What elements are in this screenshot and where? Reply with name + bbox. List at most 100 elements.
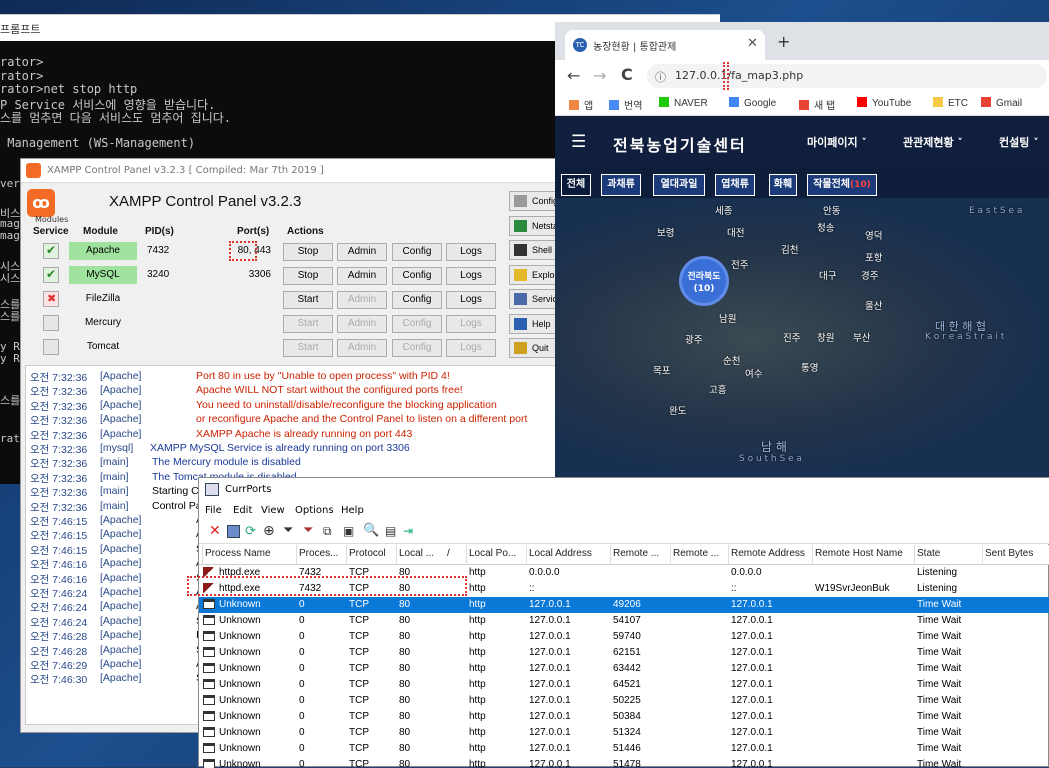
filter-count: (10) xyxy=(850,180,871,190)
url-text[interactable]: 127.0.0.1/fa_map3.php xyxy=(675,69,803,82)
stop-button[interactable]: Stop xyxy=(283,267,333,285)
table-row[interactable]: Unknown 0 TCP 80 http 127.0.0.1 54107 127.0.0.1… xyxy=(199,613,1049,629)
admin-button[interactable]: Admin xyxy=(337,339,387,357)
config-button[interactable]: Config xyxy=(392,291,442,309)
info-icon[interactable]: ⓘ xyxy=(655,69,666,85)
cell-lport: 80 xyxy=(399,599,411,610)
bookmark-0[interactable]: 앱 xyxy=(569,97,593,112)
bookmark-1[interactable]: 번역 xyxy=(609,97,642,112)
xampp-logo-icon xyxy=(26,163,41,178)
logs-button[interactable]: Logs xyxy=(446,243,496,261)
bookmark-7[interactable]: Gmail xyxy=(981,97,1022,109)
table-row[interactable]: Unknown 0 TCP 80 http 127.0.0.1 49206 127.0.0.1… xyxy=(199,597,1049,613)
site-nav-item-0[interactable]: 마이페이지 ˅ xyxy=(807,134,867,150)
cell-proto: TCP xyxy=(349,663,369,674)
logs-button[interactable]: Logs xyxy=(446,267,496,285)
config-button[interactable]: Config xyxy=(392,267,442,285)
start-button[interactable]: Start xyxy=(283,315,333,333)
reload-icon[interactable]: C xyxy=(621,65,633,84)
log-time: 오전 7:46:29 xyxy=(30,660,88,672)
filter-button-5[interactable]: 작물전체(10) xyxy=(807,174,877,196)
logs-button[interactable]: Logs xyxy=(446,291,496,309)
cell-lport: 80 xyxy=(399,663,411,674)
table-row[interactable]: Unknown 0 TCP 80 http 127.0.0.1 63442 127.0.0.1… xyxy=(199,661,1049,677)
table-row[interactable]: Unknown 0 TCP 80 http 127.0.0.1 51478 127.0.0.1… xyxy=(199,757,1049,768)
bookmark-6[interactable]: ETC xyxy=(933,97,968,109)
table-row[interactable]: Unknown 0 TCP 80 http 127.0.0.1 59740 127.0.0.1… xyxy=(199,629,1049,645)
tab-close-icon[interactable]: ✕ xyxy=(747,36,758,51)
table-row[interactable]: Unknown 0 TCP 80 http 127.0.0.1 50384 127.0.0.1… xyxy=(199,709,1049,725)
table-row[interactable]: Unknown 0 TCP 80 http 127.0.0.1 51446 127.0.0.1… xyxy=(199,741,1049,757)
module-pid: 3240 xyxy=(147,269,170,280)
map-cluster-marker[interactable]: 전라북도 (10) xyxy=(679,256,729,306)
cell-state: Time Wait xyxy=(917,631,962,642)
site-brand[interactable]: 전북농업기술센터 xyxy=(613,132,747,156)
log-module: [Apache] xyxy=(100,672,142,685)
currports-window[interactable]: CurrPorts File Edit View Options Help ✕ ⟳ ⊕ … xyxy=(187,477,1049,768)
cell-pid: 0 xyxy=(299,647,305,658)
korea-map[interactable]: 세종 안동 대전 보령 김천 포항 대구 경주 전주 울산 남원 광주 진주 창원 부산 목포 순천 여수 통영 완도… xyxy=(555,198,1049,477)
admin-button[interactable]: Admin xyxy=(337,243,387,261)
chrome-browser-window[interactable]: TC 농장현황 | 통합관제 ✕ + ← → C ⓘ 127.0.0.1/fa_… xyxy=(555,22,1049,477)
table-row[interactable]: Unknown 0 TCP 80 http 127.0.0.1 64521 127.0.0.1… xyxy=(199,677,1049,693)
bookmark-4[interactable]: 새 탭 xyxy=(799,97,835,112)
service-checkbox[interactable] xyxy=(43,291,59,307)
browser-tab[interactable]: TC 농장현황 | 통합관제 ✕ xyxy=(565,30,765,60)
xampp-header-title: XAMPP Control Panel v3.2.3 xyxy=(109,193,302,210)
log-time: 오전 7:46:24 xyxy=(30,616,88,629)
bookmark-5[interactable]: YouTube xyxy=(857,97,911,109)
cmd-fragment: ver xyxy=(0,177,20,190)
config-button[interactable]: Config xyxy=(392,315,442,333)
log-module: [Apache] xyxy=(100,643,142,656)
window-icon xyxy=(203,679,215,689)
start-button[interactable]: Start xyxy=(283,339,333,357)
config-button[interactable]: Config xyxy=(392,243,442,261)
xampp-titlebar[interactable]: XAMPP Control Panel v3.2.3 [ Compiled: M… xyxy=(21,159,566,183)
map-city-label: 여수 xyxy=(745,369,763,380)
service-checkbox[interactable] xyxy=(43,315,59,331)
table-row[interactable]: Unknown 0 TCP 80 http 127.0.0.1 51324 127.0.0.1… xyxy=(199,725,1049,741)
logs-button[interactable]: Logs xyxy=(446,339,496,357)
map-city-label: 완도 xyxy=(669,406,687,417)
cell-state: Time Wait xyxy=(917,615,962,626)
hamburger-menu-icon[interactable]: ☰ xyxy=(571,132,586,152)
service-checkbox[interactable] xyxy=(43,243,59,259)
filter-label: 전체 xyxy=(566,179,586,190)
bookmark-3[interactable]: Google xyxy=(729,97,776,109)
log-time: 오전 7:46:30 xyxy=(30,674,88,687)
filter-button-0[interactable]: 전체 xyxy=(561,174,591,196)
site-nav-item-1[interactable]: 관관제현황 ˅ xyxy=(903,134,963,150)
table-row[interactable]: Unknown 0 TCP 80 http 127.0.0.1 62151 127.0.0.1… xyxy=(199,645,1049,661)
site-nav-item-2[interactable]: 컨설팅 ˅ xyxy=(999,134,1039,150)
cell-lport: 80 xyxy=(399,695,411,706)
config-button[interactable]: Config xyxy=(392,339,442,357)
omnibox[interactable]: ⓘ 127.0.0.1/fa_map3.php xyxy=(647,62,1047,90)
log-module: [Apache] xyxy=(100,384,142,397)
bookmark-icon xyxy=(729,97,739,107)
stop-button[interactable]: Stop xyxy=(283,243,333,261)
forward-arrow-icon[interactable]: → xyxy=(593,66,606,85)
filter-button-3[interactable]: 엽채류 xyxy=(715,174,755,196)
module-pid: 7432 xyxy=(147,245,170,256)
admin-button[interactable]: Admin xyxy=(337,315,387,333)
service-checkbox[interactable] xyxy=(43,267,59,283)
log-time: 오전 7:46:28 xyxy=(30,631,88,644)
map-city-label: 보령 xyxy=(657,228,675,239)
log-module: [main] xyxy=(100,456,129,469)
back-arrow-icon[interactable]: ← xyxy=(567,66,580,85)
cell-rport: 51324 xyxy=(613,727,641,738)
table-row[interactable]: Unknown 0 TCP 80 http 127.0.0.1 50225 127.0.0.1… xyxy=(199,693,1049,709)
new-tab-button[interactable]: + xyxy=(777,32,790,51)
admin-button[interactable]: Admin xyxy=(337,291,387,309)
filter-button-4[interactable]: 화훼 xyxy=(769,174,797,196)
filter-button-2[interactable]: 열대과일 xyxy=(653,174,705,196)
log-line: 오전 7:32:36 [mysql] XAMPP MySQL Service is … xyxy=(30,442,564,456)
logs-button[interactable]: Logs xyxy=(446,315,496,333)
bookmark-2[interactable]: NAVER xyxy=(659,97,708,109)
map-sea-label: S o u t h S e a xyxy=(739,454,802,464)
log-message: Port 80 in use by "Unable to open proces… xyxy=(196,370,450,382)
filter-button-1[interactable]: 과채류 xyxy=(601,174,641,196)
start-button[interactable]: Start xyxy=(283,291,333,309)
service-checkbox[interactable] xyxy=(43,339,59,355)
admin-button[interactable]: Admin xyxy=(337,267,387,285)
